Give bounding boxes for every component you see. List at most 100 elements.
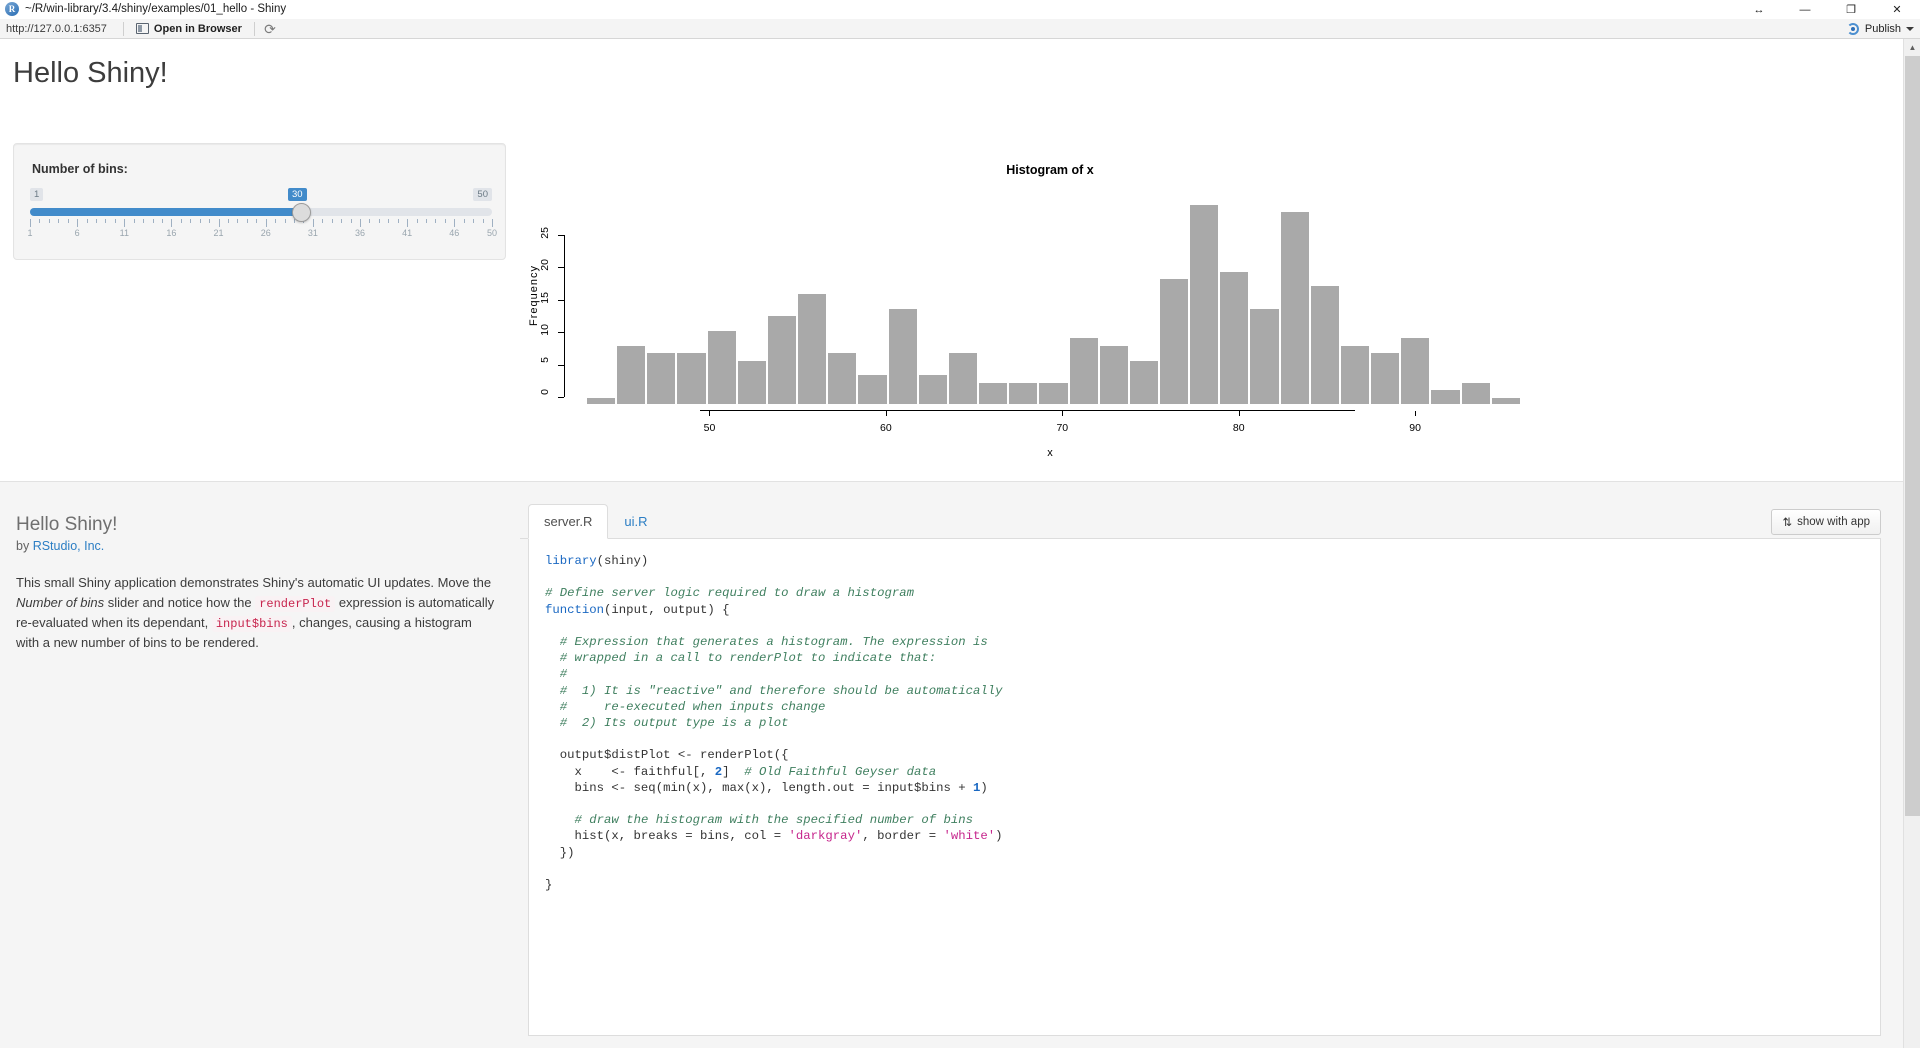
code-token: ) [995,829,1003,844]
plot-body: Frequency 0 5 10 15 20 25 50 60 70 80 90 x [520,187,1580,467]
histogram-bar [1490,396,1521,404]
slider-tick [77,219,79,227]
slider-tick-label: 1 [27,228,33,238]
y-tick-label: 0 [539,389,551,395]
code-token: # wrapped in a call to renderPlot to ind… [559,651,937,666]
desc-code-2: input$bins [211,615,292,632]
browser-window-icon [135,23,149,34]
slider-min-label: 1 [30,188,44,201]
viewer-toolbar: http://127.0.0.1:6357 Open in Browser ⟳ … [0,19,1920,39]
slider-handle[interactable] [292,203,311,222]
slider-tick [407,219,409,227]
app-content: Hello Shiny! Number of bins: 1 50 30 161… [0,57,1903,1048]
slider-tick [463,219,465,223]
slider-tick-label: 11 [119,228,129,238]
histogram-bar [1460,381,1491,404]
sidebar-panel: Number of bins: 1 50 30 1 6 11 16 21 26 31 36 41… [13,143,506,260]
y-tick [558,397,564,398]
code-token: x <- faithful[, [545,764,715,779]
slider-tick-label: 41 [402,228,413,238]
code-line: # Expression that generates a histogram.… [545,634,1864,650]
y-tick [558,267,564,269]
y-tick [558,299,564,301]
slider-tick [39,219,41,223]
histogram-bar [1370,352,1401,404]
slider-value-badge: 30 [288,188,307,201]
code-line: output$distPlot <- renderPlot({ [545,747,1864,763]
slider-tick [133,219,135,223]
slider-tick [209,219,211,223]
tab-ui-r[interactable]: ui.R [608,504,663,539]
slider-tick [256,219,258,223]
tab-server-r[interactable]: server.R [528,504,609,539]
minimize-button[interactable]: — [1782,0,1828,19]
code-line: bins <- seq(min(x), max(x), length.out =… [545,780,1864,796]
chevron-down-icon[interactable] [1906,27,1914,31]
histogram-bar [1400,337,1431,404]
histogram-bar [1038,381,1069,404]
slider-fill [30,208,302,216]
slider-tick [171,219,173,227]
slider-tick [86,219,88,223]
histogram-bar [1128,359,1159,404]
show-with-app-button[interactable]: ⇅ show with app [1771,509,1881,535]
description-title: Hello Shiny! [16,514,118,535]
toolbar-divider-2 [253,21,255,36]
code-token: # Old Faithful Geyser data [744,764,937,779]
open-in-browser-label: Open in Browser [153,22,242,35]
histogram-bar [1098,344,1129,404]
histogram-bar [1068,337,1099,404]
author-link[interactable]: RStudio, Inc. [33,539,105,553]
slider-tick [237,219,239,223]
code-line: x <- faithful[, 2] # Old Faithful Geyser… [545,764,1864,780]
code-token: # 2) Its output type is a plot [559,716,789,731]
slider-tick [143,219,145,223]
close-button[interactable]: ✕ [1874,0,1920,19]
code-viewer[interactable]: library(shiny) # Define server logic req… [528,539,1881,1036]
slider-tick [473,219,475,223]
y-tick-label: 20 [539,259,551,272]
code-token: # Define server logic required to draw a… [545,586,914,601]
code-line: # [545,666,1864,682]
slider-tick [350,219,352,223]
app-scrollbar[interactable]: ▲ [1903,39,1920,1048]
code-line: # re-executed when inputs change [545,699,1864,715]
window-title: ~/R/win-library/3.4/shiny/examples/01_he… [25,3,287,15]
desc-code-1: renderPlot [255,595,336,612]
open-in-browser-button[interactable]: Open in Browser [132,22,246,36]
slider-tick [152,219,154,223]
page-title: Hello Shiny! [13,57,168,89]
histogram-bar [857,374,888,404]
code-token: , border = [862,829,944,844]
slider-tick [341,219,343,223]
code-line: # wrapped in a call to renderPlot to ind… [545,650,1864,666]
maximize-button[interactable]: ❐ [1828,0,1874,19]
slider-tick [435,219,437,223]
slider-tick-grid: 1 6 11 16 21 26 31 36 41 46 50 [27,219,497,241]
resize-icon[interactable]: ↔ [1736,0,1782,19]
scroll-up-icon[interactable]: ▲ [1904,39,1920,56]
slider-tick [322,219,324,223]
code-line: }) [545,845,1864,861]
code-token: # draw the histogram with the specified … [574,813,974,828]
code-line: # Define server logic required to draw a… [545,585,1864,601]
publish-button[interactable]: Publish [1846,19,1914,39]
slider-tick [312,219,314,227]
slider-tick [492,219,493,227]
code-token: (shiny) [596,554,649,568]
refresh-icon[interactable]: ⟳ [263,22,277,36]
code-line: # 1) It is "reactive" and therefore shou… [545,683,1864,699]
plot-title: Histogram of x [1006,163,1094,177]
histogram-bar [797,292,828,404]
y-tick [558,332,564,334]
code-token: 'white' [943,829,996,844]
code-token: output$distPlot <- renderPlot({ [545,748,789,763]
slider-tick [105,219,107,223]
scrollbar-thumb[interactable] [1905,56,1920,816]
